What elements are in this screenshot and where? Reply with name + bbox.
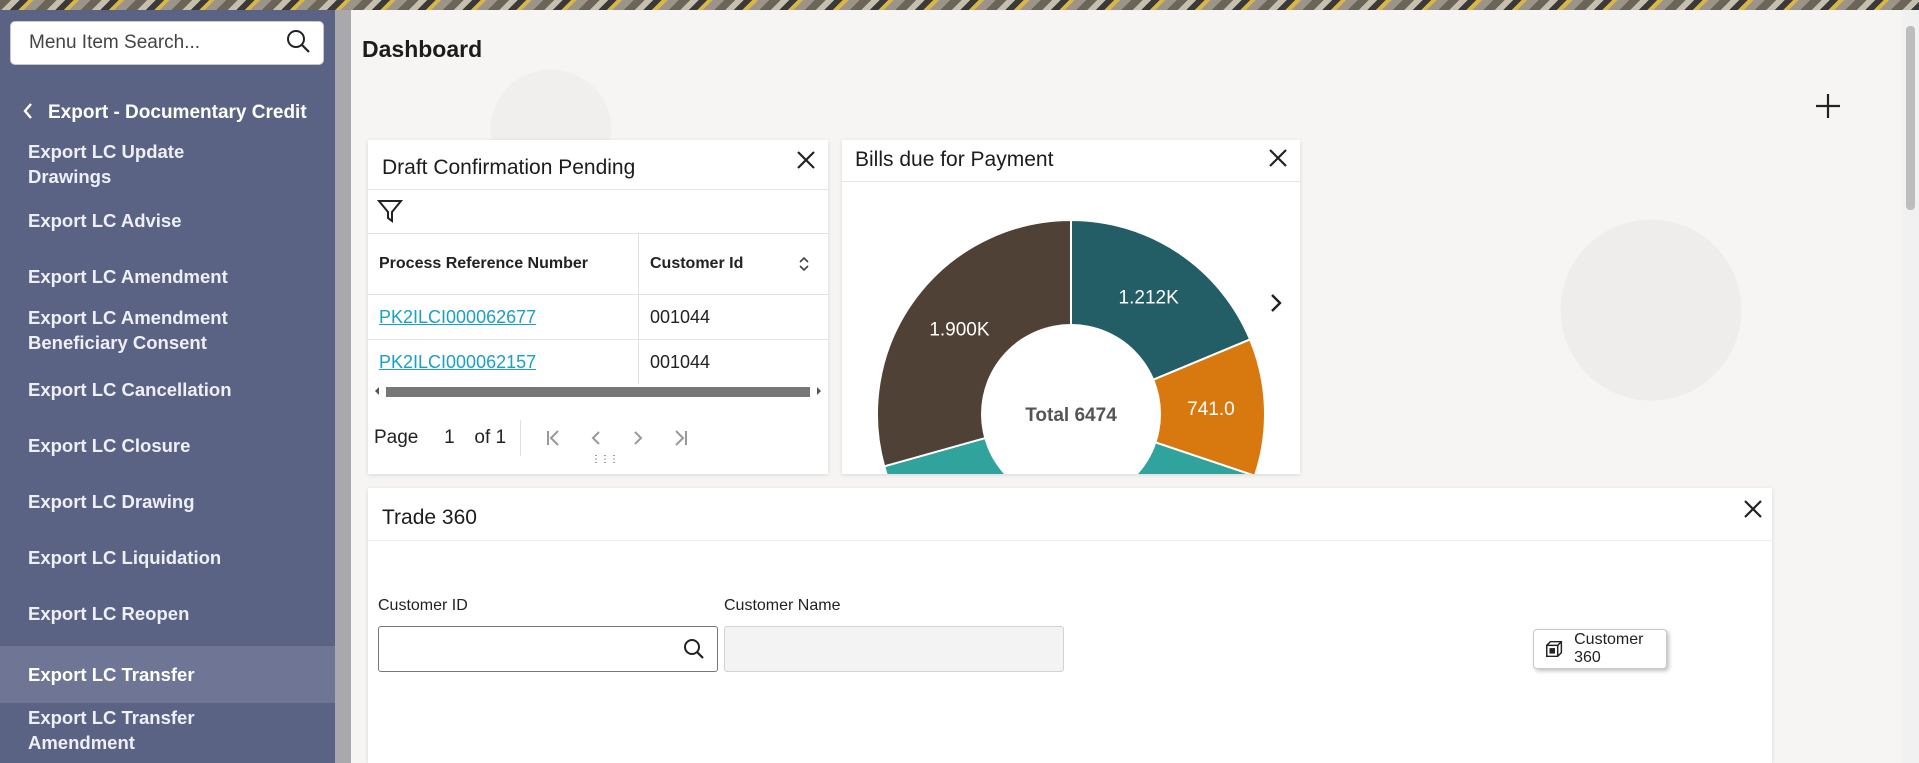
draft-table: Process Reference Number Customer Id PK2… [368, 233, 828, 384]
page-label: Page [374, 427, 419, 448]
top-banner [0, 0, 1919, 10]
sidebar-item[interactable]: Export LC Amendment [0, 256, 335, 296]
customer-name-label: Customer Name [724, 597, 841, 614]
last-page-button[interactable] [659, 423, 701, 453]
process-reference-link[interactable]: PK2ILCI000062157 [379, 352, 536, 373]
sidebar-item[interactable]: Export LC Transfer [0, 646, 335, 703]
sidebar-item[interactable]: Export LC Liquidation [0, 537, 335, 577]
main-scroll-thumb[interactable] [1906, 26, 1915, 210]
donut-center-label: Total 6474 [1025, 405, 1117, 426]
page-title: Dashboard [362, 36, 483, 62]
slice-label: 1.212K [1119, 288, 1180, 309]
customer-id-input[interactable] [379, 627, 669, 671]
sidebar-item-label: Export LC Update Drawings [28, 141, 185, 187]
sidebar-item[interactable]: Export LC Transfer Amendment [0, 702, 335, 758]
slice-label: 741.0 [1187, 399, 1235, 420]
previous-page-icon [591, 431, 600, 445]
chevron-right-icon [1271, 294, 1282, 312]
sidebar-item-label: Export LC Liquidation [28, 546, 222, 568]
customer-name-field [724, 626, 1064, 672]
draft-card-close-button[interactable] [795, 149, 817, 171]
divider [368, 540, 1772, 541]
scroll-thumb[interactable] [386, 387, 810, 397]
sort-icon[interactable] [798, 255, 810, 273]
sidebar-item-label: Export LC Drawing [28, 490, 195, 512]
customer-id-label: Customer ID [378, 597, 468, 614]
pagination: Page 1 of 1 [374, 418, 824, 458]
menu-search-input[interactable] [29, 32, 285, 54]
page-count: of 1 [474, 427, 507, 448]
customer-search-button[interactable] [683, 638, 705, 665]
search-icon [684, 639, 704, 659]
back-label: Export - Documentary Credit [48, 102, 307, 123]
resize-handle[interactable]: ⋮⋮⋮ [591, 454, 619, 465]
sidebar-item-label: Export LC Cancellation [28, 378, 232, 400]
sidebar-item-label: Export LC Transfer Amendment [28, 707, 195, 753]
sidebar-item-label: Export LC Reopen [28, 602, 190, 624]
customer-360-button[interactable]: Customer 360 [1533, 629, 1667, 669]
table-row: PK2ILCI000062677 001044 [368, 294, 828, 339]
page-number-input[interactable]: 1 [432, 427, 466, 449]
sidebar-item-label: Export LC Amendment [28, 265, 228, 287]
sidebar-scrollbar[interactable] [335, 10, 351, 763]
column-header-label: Customer Id [650, 255, 744, 272]
sidebar-item[interactable]: Export LC Advise [0, 200, 335, 240]
column-header-process-reference[interactable]: Process Reference Number [368, 234, 639, 294]
table-cell: PK2ILCI000062157 [368, 340, 639, 384]
search-icon[interactable] [285, 28, 311, 59]
scroll-right-icon[interactable] [814, 384, 824, 398]
trade-card-title: Trade 360 [382, 506, 477, 529]
close-icon [797, 151, 815, 169]
chart-next-button[interactable] [1268, 292, 1284, 319]
sidebar: Export - Documentary Credit Export LC Up… [0, 10, 335, 763]
process-reference-link[interactable]: PK2ILCI000062677 [379, 307, 536, 328]
chevron-left-icon [22, 102, 34, 125]
sidebar-item-label: Export LC Transfer [28, 664, 195, 685]
sidebar-item[interactable]: Export LC Cancellation [0, 369, 335, 409]
draft-card-title: Draft Confirmation Pending [382, 156, 636, 179]
add-widget-button[interactable] [1814, 92, 1842, 120]
table-cell: PK2ILCI000062677 [368, 295, 639, 339]
cube-icon [1546, 640, 1563, 658]
horizontal-scrollbar[interactable] [368, 384, 828, 398]
back-to-export-documentary-credit[interactable]: Export - Documentary Credit [0, 93, 335, 133]
scroll-left-icon[interactable] [372, 384, 382, 398]
close-icon [1744, 500, 1762, 518]
plus-icon [1816, 94, 1840, 118]
draft-confirmation-card: Draft Confirmation Pending Process Refer… [368, 140, 828, 474]
column-header-customer-id[interactable]: Customer Id [639, 234, 828, 294]
trade-card-close-button[interactable] [1742, 498, 1764, 520]
customer-id-cell: 001044 [650, 306, 711, 327]
sidebar-item[interactable]: Export LC Update Drawings [0, 141, 335, 187]
next-page-button[interactable] [617, 423, 659, 453]
sidebar-item[interactable]: Export LC Drawing [0, 481, 335, 521]
sidebar-item-label: Export LC Amendment Beneficiary Consent [28, 307, 228, 353]
donut-chart: Total 6474 1.212K 741.0 1.900K [876, 218, 1266, 474]
next-page-icon [634, 431, 643, 445]
table-row: PK2ILCI000062157 001044 [368, 339, 828, 384]
divider [520, 420, 522, 456]
first-page-icon [547, 430, 559, 446]
sidebar-item[interactable]: Export LC Reopen [0, 593, 335, 633]
sidebar-item[interactable]: Export LC Amendment Beneficiary Consent [0, 302, 335, 358]
sidebar-item[interactable]: Export LC Closure [0, 425, 335, 465]
trade-360-card: Trade 360 Customer ID Customer Name Cust… [368, 488, 1772, 763]
previous-page-button[interactable] [575, 423, 617, 453]
customer-360-label: Customer 360 [1574, 631, 1644, 666]
table-header: Process Reference Number Customer Id [368, 233, 828, 294]
customer-id-field[interactable] [378, 626, 718, 672]
divider [368, 189, 828, 190]
sidebar-item-label: Export LC Closure [28, 434, 191, 456]
customer-id-cell: 001044 [650, 351, 711, 372]
first-page-button[interactable] [533, 423, 575, 453]
slice-label: 1.900K [929, 319, 990, 340]
last-page-icon [675, 430, 688, 446]
menu-search-box[interactable] [10, 21, 324, 65]
sidebar-item-label: Export LC Advise [28, 209, 182, 231]
bills-due-card: Bills due for Payment Total 6474 1.212K 7… [842, 140, 1300, 474]
filter-icon[interactable] [376, 198, 404, 229]
